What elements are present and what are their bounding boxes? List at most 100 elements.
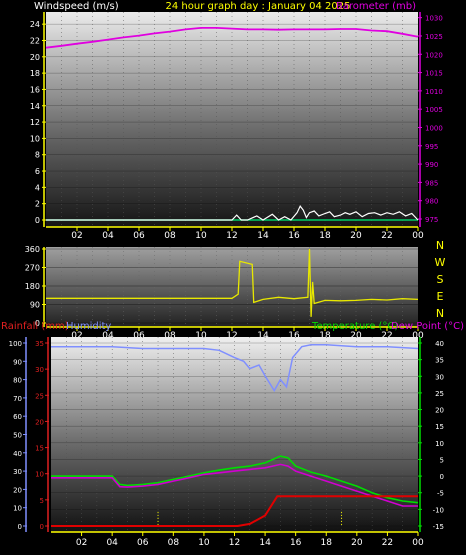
graph-day-title: 24 hour graph day : January 04 2025 <box>166 1 351 12</box>
windspeed-axis-ticks: 024681012141618202224 <box>30 12 46 227</box>
x-tick-label: 16 <box>288 231 300 241</box>
rainfall-tick-label: 10 <box>35 471 44 479</box>
temperature-axis-ticks: 40 35 30 25 20 15 10 5 0 -5 -10 -15 <box>418 337 444 532</box>
x-tick-label: 12 <box>229 538 240 548</box>
x-tick-label: 10 <box>198 538 210 548</box>
barometer-tick-label: 1010 <box>425 88 443 96</box>
windspeed-tick-label: 20 <box>30 53 40 62</box>
barometer-tick-label: 1005 <box>425 106 443 114</box>
x-tick-label: 00 <box>412 538 424 548</box>
humidity-tick-label: 20 <box>13 486 22 494</box>
direction-tick-label: 90 <box>30 301 40 310</box>
rainfall-tick-label: 30 <box>35 366 44 374</box>
weather-graph-canvas: Windspeed (m/s) 24 hour graph day : Janu… <box>1 1 464 548</box>
direction-tick-label: 360 <box>25 245 40 254</box>
humidity-tick-label: 100 <box>9 340 22 348</box>
humidity-tick-label: 60 <box>13 413 22 421</box>
x-tick-label: 14 <box>257 231 269 241</box>
rain-humidity-temp-x-ticks: 02 04 06 08 10 12 14 16 18 20 22 00 <box>51 531 424 548</box>
direction-axis-ticks: 360270180900 <box>25 245 46 328</box>
humidity-tick-label: 80 <box>13 377 22 385</box>
barometer-tick-label: 1000 <box>425 124 443 132</box>
rainfall-tick-label: 5 <box>40 497 44 505</box>
barometer-tick-label: 1015 <box>425 70 443 78</box>
humidity-axis-ticks: 1009080706050403020100 <box>9 337 27 532</box>
x-tick-label: 20 <box>350 231 362 241</box>
x-tick-label: 04 <box>102 231 114 241</box>
barometer-axis-ticks: 975 980 985 990 995 1000 1005 1010 1015 1020 1025 1… <box>418 12 443 227</box>
barometer-tick-label: 995 <box>425 143 438 151</box>
barometer-tick-label: 1030 <box>425 15 443 23</box>
x-tick-label: 18 <box>321 538 333 548</box>
x-tick-label: 10 <box>195 231 207 241</box>
temperature-tick-label: -15 <box>433 523 444 531</box>
rainfall-axis-title: Rainfall (mm) <box>1 321 69 332</box>
barometer-tick-label: 980 <box>425 198 438 206</box>
temperature-axis-title: Temperature (°C) <box>311 321 398 332</box>
rainfall-tick-label: 25 <box>35 392 44 400</box>
barometer-tick-label: 990 <box>425 161 438 169</box>
compass-letters: NWSEN <box>435 239 446 320</box>
x-tick-label: 20 <box>351 538 363 548</box>
windspeed-tick-label: 8 <box>35 151 40 160</box>
rainfall-axis-ticks: 35 30 25 20 15 10 5 0 <box>35 337 49 532</box>
windspeed-tick-label: 4 <box>35 183 40 192</box>
direction-tick-label: 270 <box>25 264 40 273</box>
windspeed-tick-label: 22 <box>30 36 40 45</box>
windspeed-tick-label: 10 <box>30 134 40 143</box>
temperature-tick-label: 5 <box>440 456 444 464</box>
windspeed-tick-label: 14 <box>30 102 40 111</box>
windspeed-tick-label: 2 <box>35 200 40 209</box>
barometer-tick-label: 1020 <box>425 51 443 59</box>
compass-letter: N <box>436 307 444 320</box>
x-tick-label: 06 <box>133 231 145 241</box>
rainfall-tick-label: 20 <box>35 418 44 426</box>
temperature-tick-label: 40 <box>435 340 444 348</box>
x-tick-label: 02 <box>76 538 87 548</box>
x-tick-label: 16 <box>290 538 302 548</box>
temperature-tick-label: 10 <box>435 440 444 448</box>
windspeed-tick-label: 0 <box>35 216 40 225</box>
humidity-tick-label: 40 <box>13 450 22 458</box>
dewpoint-axis-title: Dew Point (°C) <box>391 321 464 332</box>
x-tick-label: 00 <box>412 231 424 241</box>
direction-tick-label: 180 <box>25 282 40 291</box>
humidity-tick-label: 90 <box>13 358 22 366</box>
x-tick-label: 22 <box>382 538 393 548</box>
temperature-tick-label: 30 <box>435 373 444 381</box>
barometer-tick-label: 1025 <box>425 33 443 41</box>
windspeed-tick-label: 24 <box>30 20 40 29</box>
x-tick-label: 18 <box>319 231 331 241</box>
windspeed-axis-title: Windspeed (m/s) <box>34 1 119 12</box>
rain-humidity-temp-plot-area <box>51 337 418 532</box>
rainfall-tick-label: 15 <box>35 445 44 453</box>
wind-baro-x-ticks: 02 04 06 08 10 12 14 16 18 20 22 00 <box>46 226 424 241</box>
temperature-tick-label: 35 <box>435 357 444 365</box>
windspeed-tick-label: 6 <box>35 167 40 176</box>
compass-letter: E <box>437 290 444 303</box>
barometer-tick-label: 985 <box>425 179 438 187</box>
barometer-tick-label: 975 <box>425 216 438 224</box>
x-tick-label: 08 <box>164 231 176 241</box>
windspeed-tick-label: 16 <box>30 85 40 94</box>
windspeed-tick-label: 12 <box>30 118 40 127</box>
temperature-tick-label: -5 <box>437 490 444 498</box>
humidity-tick-label: 30 <box>13 468 22 476</box>
barometer-axis-title: Barometer (mb) <box>336 1 416 12</box>
temperature-tick-label: 15 <box>435 423 444 431</box>
compass-letter: N <box>436 239 444 252</box>
humidity-axis-title: Humidity <box>66 321 111 332</box>
x-tick-label: 12 <box>226 231 237 241</box>
x-tick-label: 14 <box>259 538 271 548</box>
rainfall-tick-label: 35 <box>35 340 44 348</box>
compass-letter: S <box>437 273 444 286</box>
rainfall-tick-label: 0 <box>40 523 44 531</box>
x-tick-label: 08 <box>168 538 180 548</box>
temperature-tick-label: 20 <box>435 407 444 415</box>
temperature-tick-label: 25 <box>435 390 444 398</box>
x-tick-label: 22 <box>381 231 392 241</box>
temperature-tick-label: 0 <box>440 473 444 481</box>
x-tick-label: 02 <box>71 231 82 241</box>
humidity-tick-label: 0 <box>18 523 22 531</box>
temperature-tick-label: -10 <box>433 506 444 514</box>
